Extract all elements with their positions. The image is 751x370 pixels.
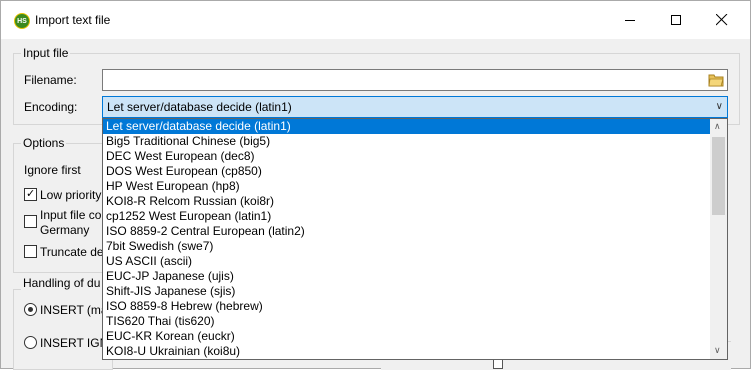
encoding-option[interactable]: KOI8-R Relcom Russian (koi8r) bbox=[103, 194, 727, 209]
low-priority-label: Low priority bbox=[40, 188, 102, 202]
close-icon bbox=[716, 14, 728, 26]
encoding-option[interactable]: Let server/database decide (latin1) bbox=[103, 119, 727, 134]
filename-label: Filename: bbox=[24, 73, 77, 87]
minimize-button[interactable] bbox=[607, 1, 653, 39]
low-priority-checkbox[interactable]: ✓ bbox=[24, 188, 37, 201]
title-bar[interactable]: HS Import text file bbox=[1, 1, 750, 39]
input-file-group-title: Input file bbox=[21, 46, 71, 60]
minimize-icon bbox=[625, 20, 635, 21]
ignore-first-label: Ignore first bbox=[24, 163, 81, 177]
checkmark-icon: ✓ bbox=[26, 188, 36, 200]
handling-group bbox=[13, 289, 113, 370]
encoding-option[interactable]: TIS620 Thai (tis620) bbox=[103, 314, 727, 329]
encoding-option[interactable]: KOI8-U Ukrainian (koi8u) bbox=[103, 344, 727, 359]
encoding-option[interactable]: cp1252 West European (latin1) bbox=[103, 209, 727, 224]
encoding-label: Encoding: bbox=[24, 100, 78, 114]
encoding-option[interactable]: US ASCII (ascii) bbox=[103, 254, 727, 269]
options-group-title: Options bbox=[21, 136, 67, 150]
encoding-option[interactable]: EUC-JP Japanese (ujis) bbox=[103, 269, 727, 284]
bottom-checkbox[interactable] bbox=[493, 359, 503, 369]
insert-ignore-radio[interactable] bbox=[24, 336, 37, 349]
truncate-checkbox[interactable] bbox=[24, 245, 37, 258]
chevron-down-icon: ∨ bbox=[715, 101, 723, 112]
encoding-option[interactable]: HP West European (hp8) bbox=[103, 179, 727, 194]
encoding-option[interactable]: EUC-KR Korean (euckr) bbox=[103, 329, 727, 344]
app-icon: HS bbox=[14, 13, 30, 29]
encoding-option[interactable]: Shift-JIS Japanese (sjis) bbox=[103, 284, 727, 299]
truncate-label: Truncate de bbox=[40, 245, 104, 259]
encoding-option[interactable]: DEC West European (dec8) bbox=[103, 149, 727, 164]
maximize-button[interactable] bbox=[653, 1, 699, 39]
germany-label: Germany bbox=[40, 223, 90, 237]
input-file-checkbox[interactable] bbox=[24, 215, 37, 228]
close-button[interactable] bbox=[699, 1, 745, 39]
scroll-up-icon[interactable]: ∧ bbox=[714, 121, 721, 132]
folder-open-icon[interactable] bbox=[708, 73, 724, 87]
encoding-option[interactable]: ISO 8859-2 Central European (latin2) bbox=[103, 224, 727, 239]
encoding-dropdown-list[interactable]: Let server/database decide (latin1) Big5… bbox=[102, 118, 728, 360]
input-file-co-label: Input file co bbox=[40, 208, 102, 222]
window-title: Import text file bbox=[35, 13, 111, 27]
encoding-option[interactable]: ISO 8859-8 Hebrew (hebrew) bbox=[103, 299, 727, 314]
encoding-select[interactable]: Let server/database decide (latin1) ∨ bbox=[102, 96, 728, 118]
encoding-option[interactable]: DOS West European (cp850) bbox=[103, 164, 727, 179]
encoding-option[interactable]: Big5 Traditional Chinese (big5) bbox=[103, 134, 727, 149]
scroll-down-icon[interactable]: ∨ bbox=[714, 345, 721, 356]
encoding-selected-value: Let server/database decide (latin1) bbox=[107, 100, 292, 114]
dropdown-scrollbar[interactable]: ∧ ∨ bbox=[710, 119, 727, 359]
maximize-icon bbox=[671, 15, 681, 25]
radio-dot-icon bbox=[28, 307, 33, 312]
import-text-file-dialog: HS Import text file Input file Filename:… bbox=[0, 0, 751, 370]
encoding-option[interactable]: 7bit Swedish (swe7) bbox=[103, 239, 727, 254]
scrollbar-thumb[interactable] bbox=[712, 137, 725, 215]
filename-input[interactable] bbox=[102, 69, 728, 91]
handling-group-title: Handling of du bbox=[21, 276, 103, 290]
insert-radio[interactable] bbox=[24, 303, 37, 316]
